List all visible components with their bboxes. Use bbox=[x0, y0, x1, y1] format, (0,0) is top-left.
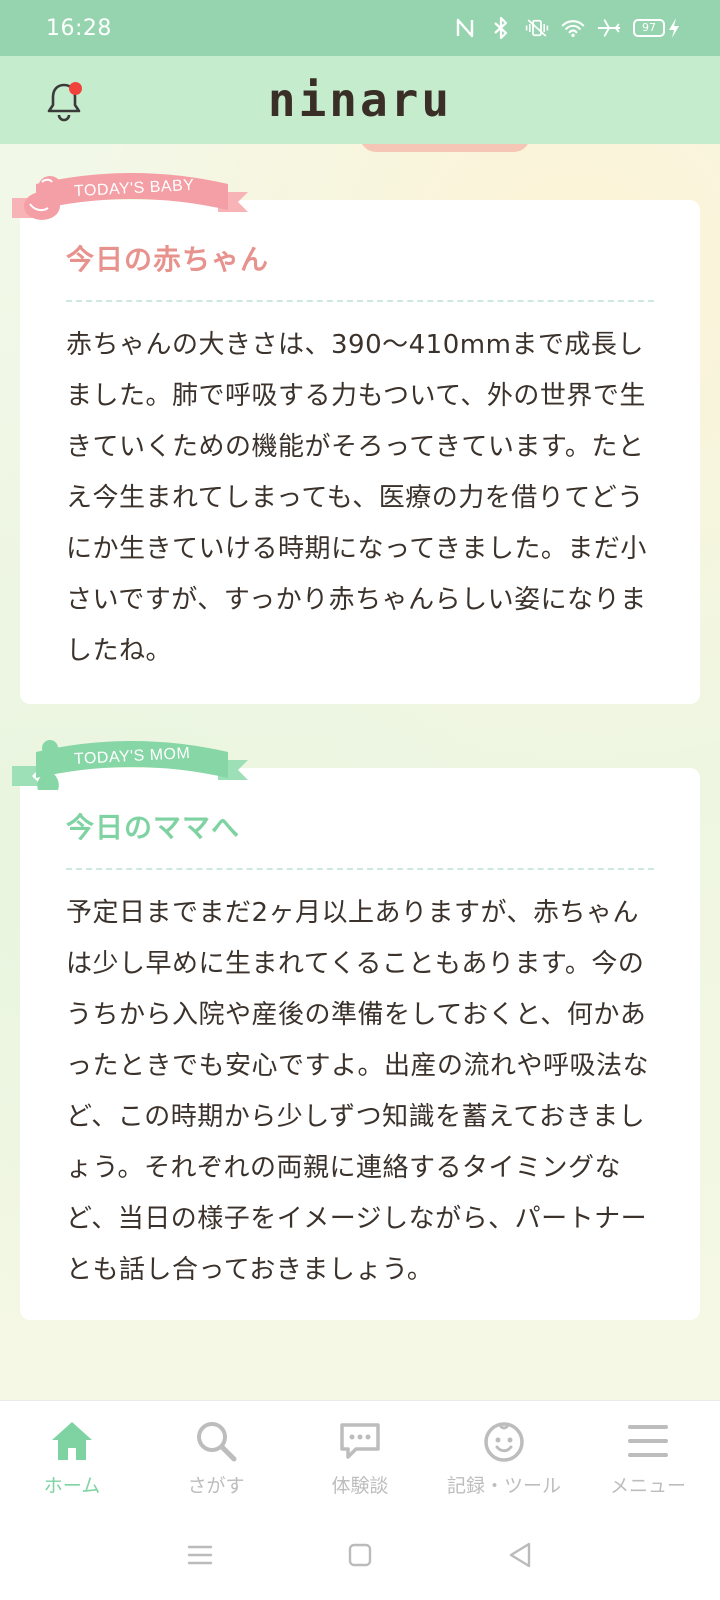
status-icons: 97 bbox=[453, 16, 680, 40]
bluetooth-icon bbox=[489, 16, 513, 40]
card-body: 予定日までまだ2ヶ月以上ありますが、赤ちゃんは少し早めに生まれてくることもありま… bbox=[66, 898, 650, 1285]
nav-records-tools[interactable]: 記録・ツール bbox=[432, 1417, 576, 1498]
today-mom-card: 今日のママへ 予定日までまだ2ヶ月以上ありますが、赤ちゃんは少し早めに生まれてく… bbox=[20, 768, 700, 1320]
recent-apps-button[interactable] bbox=[180, 1535, 220, 1575]
back-triangle-icon bbox=[509, 1542, 531, 1568]
today-baby-ribbon: TODAY'S BABY bbox=[12, 168, 248, 228]
nav-label: さがす bbox=[187, 1475, 245, 1497]
nav-search[interactable]: さがす bbox=[144, 1417, 288, 1498]
app-logo: ninaru bbox=[267, 73, 453, 127]
bottom-navigation: ホーム さがす 体験談 記録・ツール メニュー bbox=[0, 1400, 720, 1510]
system-navigation-bar bbox=[0, 1510, 720, 1600]
notification-badge bbox=[69, 82, 82, 95]
baby-silhouette-icon bbox=[24, 176, 62, 220]
nav-label: 記録・ツール bbox=[446, 1475, 561, 1497]
recent-apps-icon bbox=[187, 1545, 213, 1565]
search-icon bbox=[192, 1417, 240, 1465]
charging-icon bbox=[669, 18, 679, 38]
battery-level: 97 bbox=[633, 19, 665, 37]
nav-label: メニュー bbox=[609, 1475, 686, 1497]
nav-label: ホーム bbox=[43, 1475, 101, 1497]
card-title: 今日のママへ bbox=[66, 806, 654, 870]
nav-menu[interactable]: メニュー bbox=[576, 1417, 720, 1498]
vibrate-icon bbox=[525, 16, 549, 40]
main-content[interactable]: 今日の赤ちゃん 赤ちゃんの大きさは、390〜410mmまで成長しました。肺で呼吸… bbox=[0, 144, 720, 1400]
home-icon bbox=[48, 1417, 96, 1465]
today-mom-ribbon: TODAY'S MOM bbox=[12, 736, 248, 796]
mom-silhouette-icon bbox=[37, 740, 59, 790]
status-bar: 16:28 97 bbox=[0, 0, 720, 56]
chat-icon bbox=[336, 1417, 384, 1465]
battery-icon: 97 bbox=[633, 17, 680, 39]
wifi-icon bbox=[561, 16, 585, 40]
baby-face-icon bbox=[480, 1417, 528, 1465]
menu-icon bbox=[624, 1417, 672, 1465]
decoration bbox=[360, 144, 530, 152]
status-time: 16:28 bbox=[46, 15, 112, 41]
card-title: 今日の赤ちゃん bbox=[66, 238, 654, 302]
nav-label: 体験談 bbox=[331, 1475, 389, 1497]
nav-home[interactable]: ホーム bbox=[0, 1417, 144, 1498]
airplane-icon bbox=[597, 16, 621, 40]
home-system-button[interactable] bbox=[340, 1535, 380, 1575]
nav-experiences[interactable]: 体験談 bbox=[288, 1417, 432, 1498]
today-baby-card: 今日の赤ちゃん 赤ちゃんの大きさは、390〜410mmまで成長しました。肺で呼吸… bbox=[20, 200, 700, 704]
back-button[interactable] bbox=[500, 1535, 540, 1575]
card-body: 赤ちゃんの大きさは、390〜410mmまで成長しました。肺で呼吸する力もついて、… bbox=[66, 330, 647, 666]
nfc-icon bbox=[453, 16, 477, 40]
notification-button[interactable] bbox=[44, 80, 84, 122]
app-header: ninaru bbox=[0, 56, 720, 144]
square-icon bbox=[348, 1543, 372, 1567]
